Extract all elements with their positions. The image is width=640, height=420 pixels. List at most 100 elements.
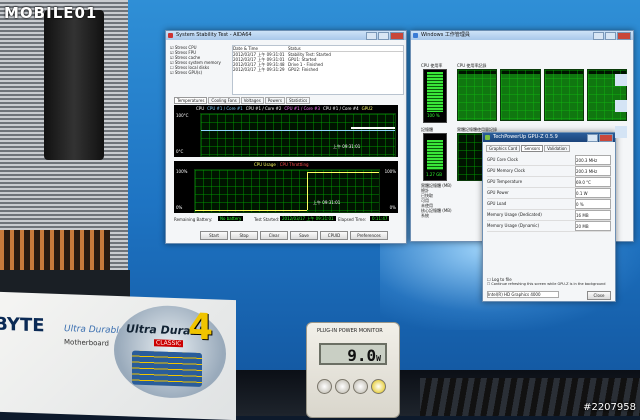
meter-button[interactable] bbox=[335, 379, 350, 394]
heatpipes bbox=[0, 230, 110, 270]
minimize-button[interactable] bbox=[587, 134, 598, 142]
desktop-icon[interactable] bbox=[615, 74, 627, 86]
memory-meter: 1.27 GB bbox=[423, 133, 447, 181]
ultra-durable-badge: Ultra Durable 4 CLASSIC bbox=[114, 303, 226, 400]
stress-options: ☑ Stress CPU ☑ Stress FPU ☑ Stress cache… bbox=[170, 45, 232, 75]
test-started-value: 2012/03/17 上午 09:31:01 bbox=[280, 216, 336, 221]
test-started-label: Test Started: bbox=[254, 217, 280, 222]
temp-line bbox=[201, 130, 395, 131]
cpu-history-graph bbox=[500, 69, 541, 121]
memory-bar bbox=[427, 140, 443, 170]
usage-graph-panel: CPU Usage | CPU Throttling 100% 0% 100% … bbox=[174, 161, 398, 213]
aida64-title: System Stability Test - AIDA64 bbox=[176, 32, 252, 38]
usage-line bbox=[195, 210, 307, 211]
temp-axis-bottom: 0°C bbox=[176, 149, 184, 154]
usage-graph: 上午 09:31:01 bbox=[194, 169, 380, 213]
gpu-select[interactable]: Intel(R) HD Graphics 4000 bbox=[487, 291, 559, 298]
tab-statistics[interactable]: Statistics bbox=[285, 97, 311, 104]
cpu-history-label: CPU 使用率記錄 bbox=[457, 63, 487, 68]
legend-core3: CPU #1 / Core #3 bbox=[284, 106, 321, 111]
legend-gpu2: GPU2 bbox=[361, 106, 373, 111]
cpu-history-graphs bbox=[457, 69, 627, 121]
usage-axis-right-top: 100% bbox=[384, 169, 396, 174]
elapsed-label: Elapsed Time: bbox=[338, 217, 367, 222]
legend-core4: CPU #1 / Core #4 bbox=[323, 106, 359, 111]
cpu-usage-meter: 100 % bbox=[423, 69, 447, 123]
usage-axis-right-bottom: 0% bbox=[389, 205, 396, 210]
legend-core1: CPU #1 / Core #1 bbox=[207, 106, 243, 111]
box-series: Ultra Durable bbox=[64, 324, 125, 337]
task-manager-title: Windows 工作管理員 bbox=[421, 32, 470, 38]
photo-scene: System Stability Test - AIDA64 ☑ Stress … bbox=[0, 0, 640, 420]
start-button[interactable]: Start bbox=[200, 231, 228, 240]
battery-label: Remaining Battery: bbox=[174, 217, 213, 222]
usage-titles: CPU Usage | CPU Throttling bbox=[254, 162, 309, 167]
task-manager-icon bbox=[413, 33, 418, 38]
log-row: 2012/03/17 上午 09:31:29 GPU2: Finished bbox=[233, 67, 318, 72]
aida64-app-icon bbox=[168, 33, 173, 38]
tab-validation[interactable]: Validation bbox=[544, 145, 570, 152]
meter-label: PLUG-IN POWER MONITOR bbox=[317, 328, 383, 334]
continue-refresh-checkbox[interactable]: ☐ Continue refreshing this screen while … bbox=[487, 282, 605, 287]
minimize-button[interactable] bbox=[366, 32, 377, 40]
aida64-titlebar[interactable]: System Stability Test - AIDA64 bbox=[166, 31, 406, 40]
meter-unit: W bbox=[376, 354, 381, 363]
gpuz-sensor-list: GPU Core Clock 200.3 MHz GPU Memory Clock… bbox=[487, 155, 611, 232]
cpuid-button[interactable]: CPUID bbox=[320, 231, 348, 240]
stop-button[interactable]: Stop bbox=[230, 231, 258, 240]
preferences-button[interactable]: Preferences bbox=[350, 231, 388, 240]
tab-temperatures[interactable]: Temperatures bbox=[174, 97, 208, 104]
cpu-usage-label: CPU 使用率 bbox=[421, 63, 443, 68]
tab-graphics-card[interactable]: Graphics Card bbox=[486, 145, 521, 152]
meter-button[interactable] bbox=[353, 379, 368, 394]
sensor-row: GPU Temperature 69.0 °C bbox=[487, 177, 611, 188]
minimize-button[interactable] bbox=[593, 32, 604, 40]
battery-value: No battery bbox=[218, 216, 244, 221]
usage-line bbox=[307, 172, 379, 173]
cooler-fan bbox=[44, 10, 104, 160]
temp-line bbox=[351, 127, 395, 129]
gpuz-title: TechPowerUp GPU-Z 0.5.9 bbox=[493, 134, 558, 140]
sensor-row: Memory Usage (Dynamic) 20 MB bbox=[487, 221, 611, 232]
box-word: Motherboard bbox=[64, 338, 109, 348]
meter-display: 9.0W bbox=[319, 343, 387, 365]
gpuz-window[interactable]: TechPowerUp GPU-Z 0.5.9 Graphics Card Se… bbox=[482, 132, 616, 302]
usage-timestamp: 上午 09:31:01 bbox=[313, 200, 341, 205]
tab-cooling-fans[interactable]: Cooling Fans bbox=[208, 97, 240, 104]
badge-number: 4 bbox=[188, 306, 214, 349]
temperature-graph-panel: CPU CPU #1 / Core #1 CPU #1 / Core #2 CP… bbox=[174, 105, 398, 157]
cpu-history-graph bbox=[457, 69, 498, 121]
tab-voltages[interactable]: Voltages bbox=[240, 97, 264, 104]
desktop-icon[interactable] bbox=[615, 100, 627, 112]
gpuz-icon bbox=[485, 135, 490, 140]
maximize-button[interactable] bbox=[378, 32, 389, 40]
desktop-icon[interactable] bbox=[615, 126, 627, 138]
close-button[interactable] bbox=[390, 32, 404, 40]
save-button[interactable]: Save bbox=[290, 231, 318, 240]
gpuz-titlebar[interactable]: TechPowerUp GPU-Z 0.5.9 bbox=[483, 133, 615, 142]
meter-button[interactable] bbox=[371, 379, 386, 394]
sensor-row: GPU Core Clock 200.3 MHz bbox=[487, 155, 611, 166]
tab-powers[interactable]: Powers bbox=[264, 97, 285, 104]
tab-sensors[interactable]: Sensors bbox=[521, 145, 544, 152]
aida64-window[interactable]: System Stability Test - AIDA64 ☑ Stress … bbox=[165, 30, 407, 244]
close-button[interactable] bbox=[617, 32, 631, 40]
check-item[interactable]: ☑ Stress GPU(s) bbox=[170, 70, 232, 75]
memory-value: 1.27 GB bbox=[426, 172, 443, 177]
temp-timestamp: 上午 09:31:01 bbox=[333, 144, 361, 149]
maximize-button[interactable] bbox=[605, 32, 616, 40]
clear-button[interactable]: Clear bbox=[260, 231, 288, 240]
task-manager-titlebar[interactable]: Windows 工作管理員 bbox=[411, 31, 633, 40]
status-log: Date & Time Status 2012/03/17 上午 09:31:01… bbox=[232, 45, 404, 95]
desktop-icons bbox=[606, 60, 636, 360]
badge-feature-stripes bbox=[132, 350, 202, 387]
cpu-history-graph bbox=[543, 69, 584, 121]
meter-reading: 9.0 bbox=[347, 346, 377, 365]
elapsed-value: 0:11:47 bbox=[370, 216, 390, 221]
cpu-usage-bar bbox=[427, 72, 443, 112]
sensor-row: GPU Memory Clock 200.3 MHz bbox=[487, 166, 611, 177]
meter-button[interactable] bbox=[317, 379, 332, 394]
usage-axis-bottom: 0% bbox=[176, 205, 183, 210]
motherboard-box: GIGABYTE Ultra Durable Motherboard Ultra… bbox=[0, 291, 236, 420]
photo-id-watermark: #2207958 bbox=[583, 402, 636, 413]
